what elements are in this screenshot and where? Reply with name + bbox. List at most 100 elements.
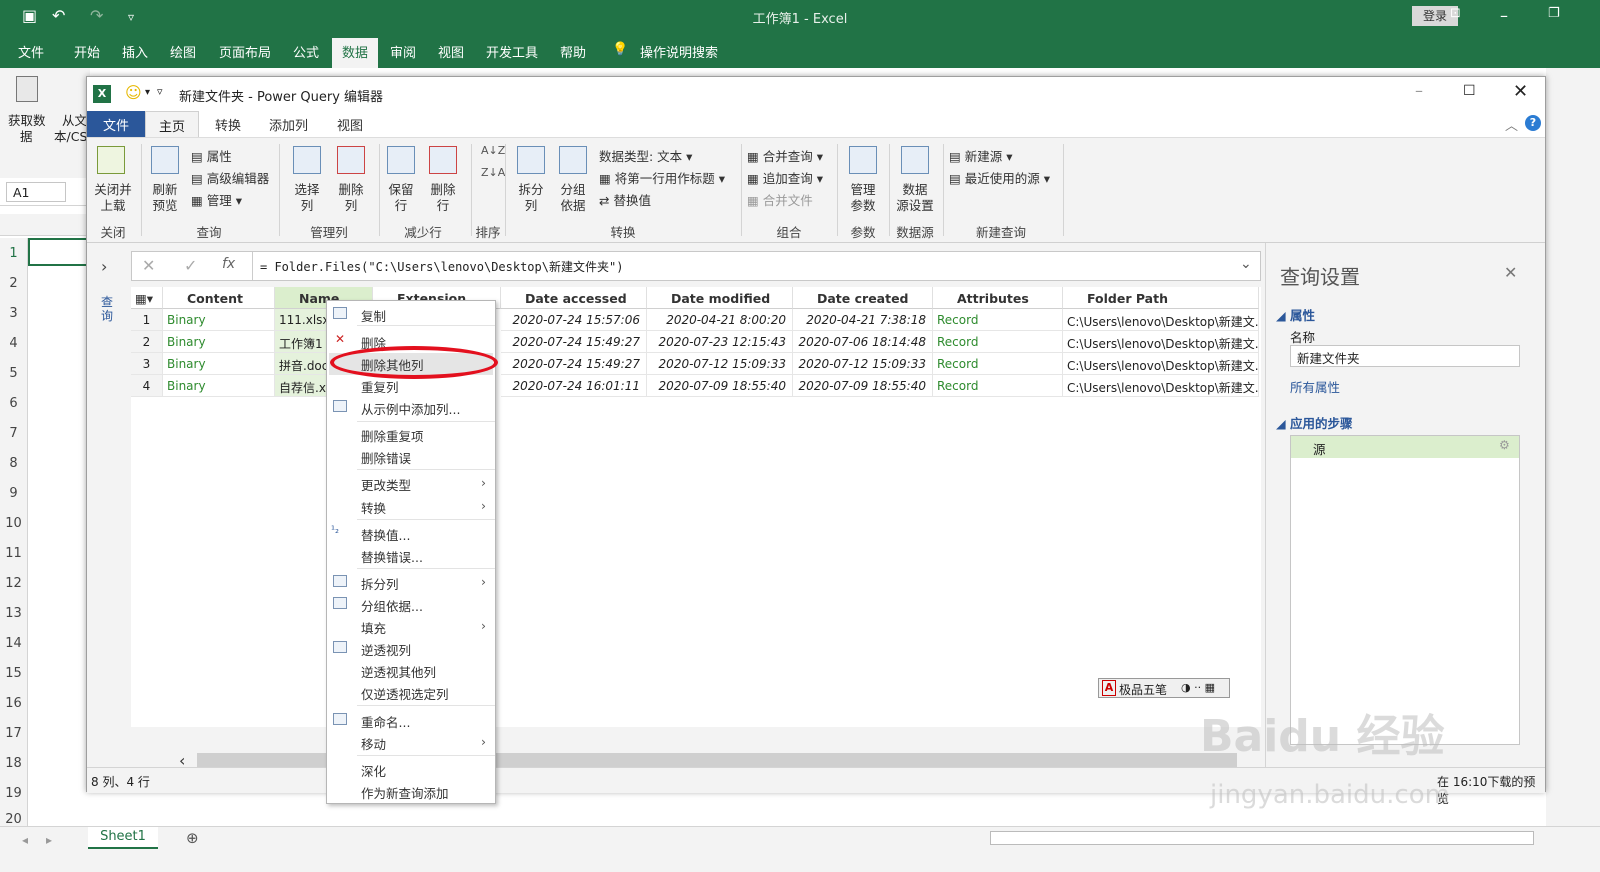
table-cell[interactable]: 2020-07-12 15:09:33 <box>647 353 793 375</box>
prev-sheet-icon[interactable]: ◂ <box>22 833 28 847</box>
sheet-tab-sheet1[interactable]: Sheet1 <box>88 827 158 849</box>
name-box[interactable]: A1 <box>6 182 66 202</box>
queries-pane-label[interactable]: 查询 <box>101 295 115 323</box>
close-icon[interactable]: ✕ <box>1513 81 1528 102</box>
help-icon[interactable]: ? <box>1525 115 1541 131</box>
row-header[interactable]: 4 <box>0 328 28 358</box>
row-header[interactable]: 2 <box>0 268 28 298</box>
row-header[interactable]: 13 <box>0 598 28 628</box>
manage-params-label[interactable]: 管理 <box>841 182 885 198</box>
append-queries-button[interactable]: ▦ 追加查询 ▾ <box>747 168 823 187</box>
menu-item-remove-duplicates[interactable]: 删除重复项 <box>361 426 424 445</box>
tab-view[interactable]: 视图 <box>438 42 464 61</box>
tab-file[interactable]: 文件 <box>18 42 44 61</box>
table-menu-icon[interactable]: ▦▾ <box>131 287 163 309</box>
tab-file[interactable]: 文件 <box>87 111 145 137</box>
manage-button[interactable]: ▦ 管理 ▾ <box>191 190 242 209</box>
close-load-label-2[interactable]: 上载 <box>89 198 137 214</box>
menu-item-copy[interactable]: 复制 <box>361 306 386 325</box>
menu-item-duplicate-column[interactable]: 重复列 <box>361 377 399 396</box>
remove-rows-label-2[interactable]: 行 <box>421 198 465 214</box>
row-header[interactable]: 19 <box>0 778 28 808</box>
maximize-icon[interactable]: ☐ <box>1463 83 1476 99</box>
row-header[interactable]: 7 <box>0 418 28 448</box>
collapse-ribbon-icon[interactable]: ︿ <box>1505 115 1518 134</box>
ribbon-display-icon[interactable]: ⊡ <box>1450 6 1461 21</box>
menu-item-transform[interactable]: 转换 <box>361 498 486 517</box>
column-header-content[interactable]: Content <box>163 287 275 309</box>
manage-params-label-2[interactable]: 参数 <box>841 198 885 214</box>
column-header-folder-path[interactable]: Folder Path <box>1063 287 1259 309</box>
group-by-label-2[interactable]: 依据 <box>551 198 595 214</box>
tab-data[interactable]: 数据 <box>332 38 379 68</box>
first-row-header-button[interactable]: ▦ 将第一行用作标题 ▾ <box>599 168 725 187</box>
close-load-label[interactable]: 关闭并 <box>89 182 137 198</box>
replace-values-button[interactable]: ⇄ 替换值 <box>599 190 651 209</box>
tab-help[interactable]: 帮助 <box>560 42 586 61</box>
smiley-feedback-icon[interactable]: ☺ <box>125 83 142 102</box>
recent-sources-button[interactable]: ▤ 最近使用的源 ▾ <box>949 168 1050 187</box>
restore-icon[interactable]: ❐ <box>1548 6 1560 21</box>
selected-cell-a1[interactable] <box>28 238 90 266</box>
menu-item-drill-down[interactable]: 深化 <box>361 761 386 780</box>
table-cell[interactable]: 2020-07-12 15:09:33 <box>793 353 933 375</box>
group-by-label[interactable]: 分组 <box>551 182 595 198</box>
split-col-label-2[interactable]: 列 <box>509 198 553 214</box>
keep-rows-label[interactable]: 保留 <box>379 182 423 198</box>
menu-item-unpivot-columns[interactable]: 逆透视列 <box>361 640 411 659</box>
tell-me-search[interactable]: 操作说明搜索 <box>640 42 718 61</box>
data-source-label[interactable]: 数据 <box>891 182 939 198</box>
row-header[interactable]: 12 <box>0 568 28 598</box>
row-header[interactable]: 11 <box>0 538 28 568</box>
tab-home[interactable]: 主页 <box>145 111 199 138</box>
tab-transform[interactable]: 转换 <box>215 115 241 134</box>
row-header[interactable]: 3 <box>0 298 28 328</box>
next-sheet-icon[interactable]: ▸ <box>46 833 52 847</box>
confirm-icon[interactable]: ✓ <box>184 256 197 275</box>
table-cell[interactable]: 2020-07-24 15:49:27 <box>501 331 647 353</box>
table-cell[interactable]: 2020-07-09 18:55:40 <box>647 375 793 397</box>
step-source[interactable]: 源 <box>1291 436 1519 458</box>
row-header[interactable]: 9 <box>0 478 28 508</box>
table-cell[interactable]: C:\Users\lenovo\Desktop\新建文... <box>1063 353 1259 375</box>
tab-add-column[interactable]: 添加列 <box>269 115 308 134</box>
table-cell[interactable]: Record <box>933 375 1063 397</box>
row-header[interactable]: 18 <box>0 748 28 778</box>
menu-item-replace-errors[interactable]: 替换错误... <box>361 547 423 566</box>
menu-item-replace-values[interactable]: 替换值... <box>361 525 410 544</box>
tab-draw[interactable]: 绘图 <box>170 42 196 61</box>
refresh-label-2[interactable]: 预览 <box>143 198 187 214</box>
column-header-date-accessed[interactable]: Date accessed <box>501 287 647 309</box>
menu-item-add-as-new-query[interactable]: 作为新查询添加 <box>361 783 449 802</box>
qat-customize-icon[interactable]: ▿ <box>157 85 163 98</box>
minimize-icon[interactable]: – <box>1500 6 1508 25</box>
tab-view[interactable]: 视图 <box>337 115 363 134</box>
tab-home[interactable]: 开始 <box>74 42 100 61</box>
refresh-label[interactable]: 刷新 <box>143 182 187 198</box>
sort-ascending-icon[interactable]: A↓Z <box>481 144 505 157</box>
advanced-editor-button[interactable]: ▤ 高级编辑器 <box>191 168 269 187</box>
table-cell[interactable]: 2020-04-21 8:00:20 <box>647 309 793 331</box>
table-cell[interactable]: Record <box>933 353 1063 375</box>
table-cell[interactable]: 2020-07-24 15:49:27 <box>501 353 647 375</box>
menu-item-move[interactable]: 移动 <box>361 734 486 753</box>
menu-item-add-column-from-examples[interactable]: 从示例中添加列... <box>361 399 460 418</box>
row-header[interactable]: 6 <box>0 388 28 418</box>
row-header[interactable]: 5 <box>0 358 28 388</box>
from-text-label-2[interactable]: 本/CS <box>54 126 87 145</box>
expand-nav-icon[interactable]: › <box>101 257 107 276</box>
get-data-label-2[interactable]: 据 <box>20 126 33 145</box>
data-source-label-2[interactable]: 源设置 <box>891 198 939 214</box>
menu-item-unpivot-selected-only[interactable]: 仅逆透视选定列 <box>361 684 449 703</box>
row-header[interactable]: 10 <box>0 508 28 538</box>
row-header[interactable]: 1 <box>0 238 28 268</box>
add-sheet-icon[interactable]: ⊕ <box>186 829 199 847</box>
menu-item-rename[interactable]: 重命名... <box>361 712 410 731</box>
table-cell[interactable]: Binary <box>163 375 275 397</box>
remove-rows-label[interactable]: 删除 <box>421 182 465 198</box>
table-cell[interactable]: 2020-07-23 12:15:43 <box>647 331 793 353</box>
row-header[interactable]: 14 <box>0 628 28 658</box>
menu-item-change-type[interactable]: 更改类型 <box>361 475 486 494</box>
tab-page-layout[interactable]: 页面布局 <box>219 42 271 61</box>
tab-review[interactable]: 审阅 <box>390 42 416 61</box>
